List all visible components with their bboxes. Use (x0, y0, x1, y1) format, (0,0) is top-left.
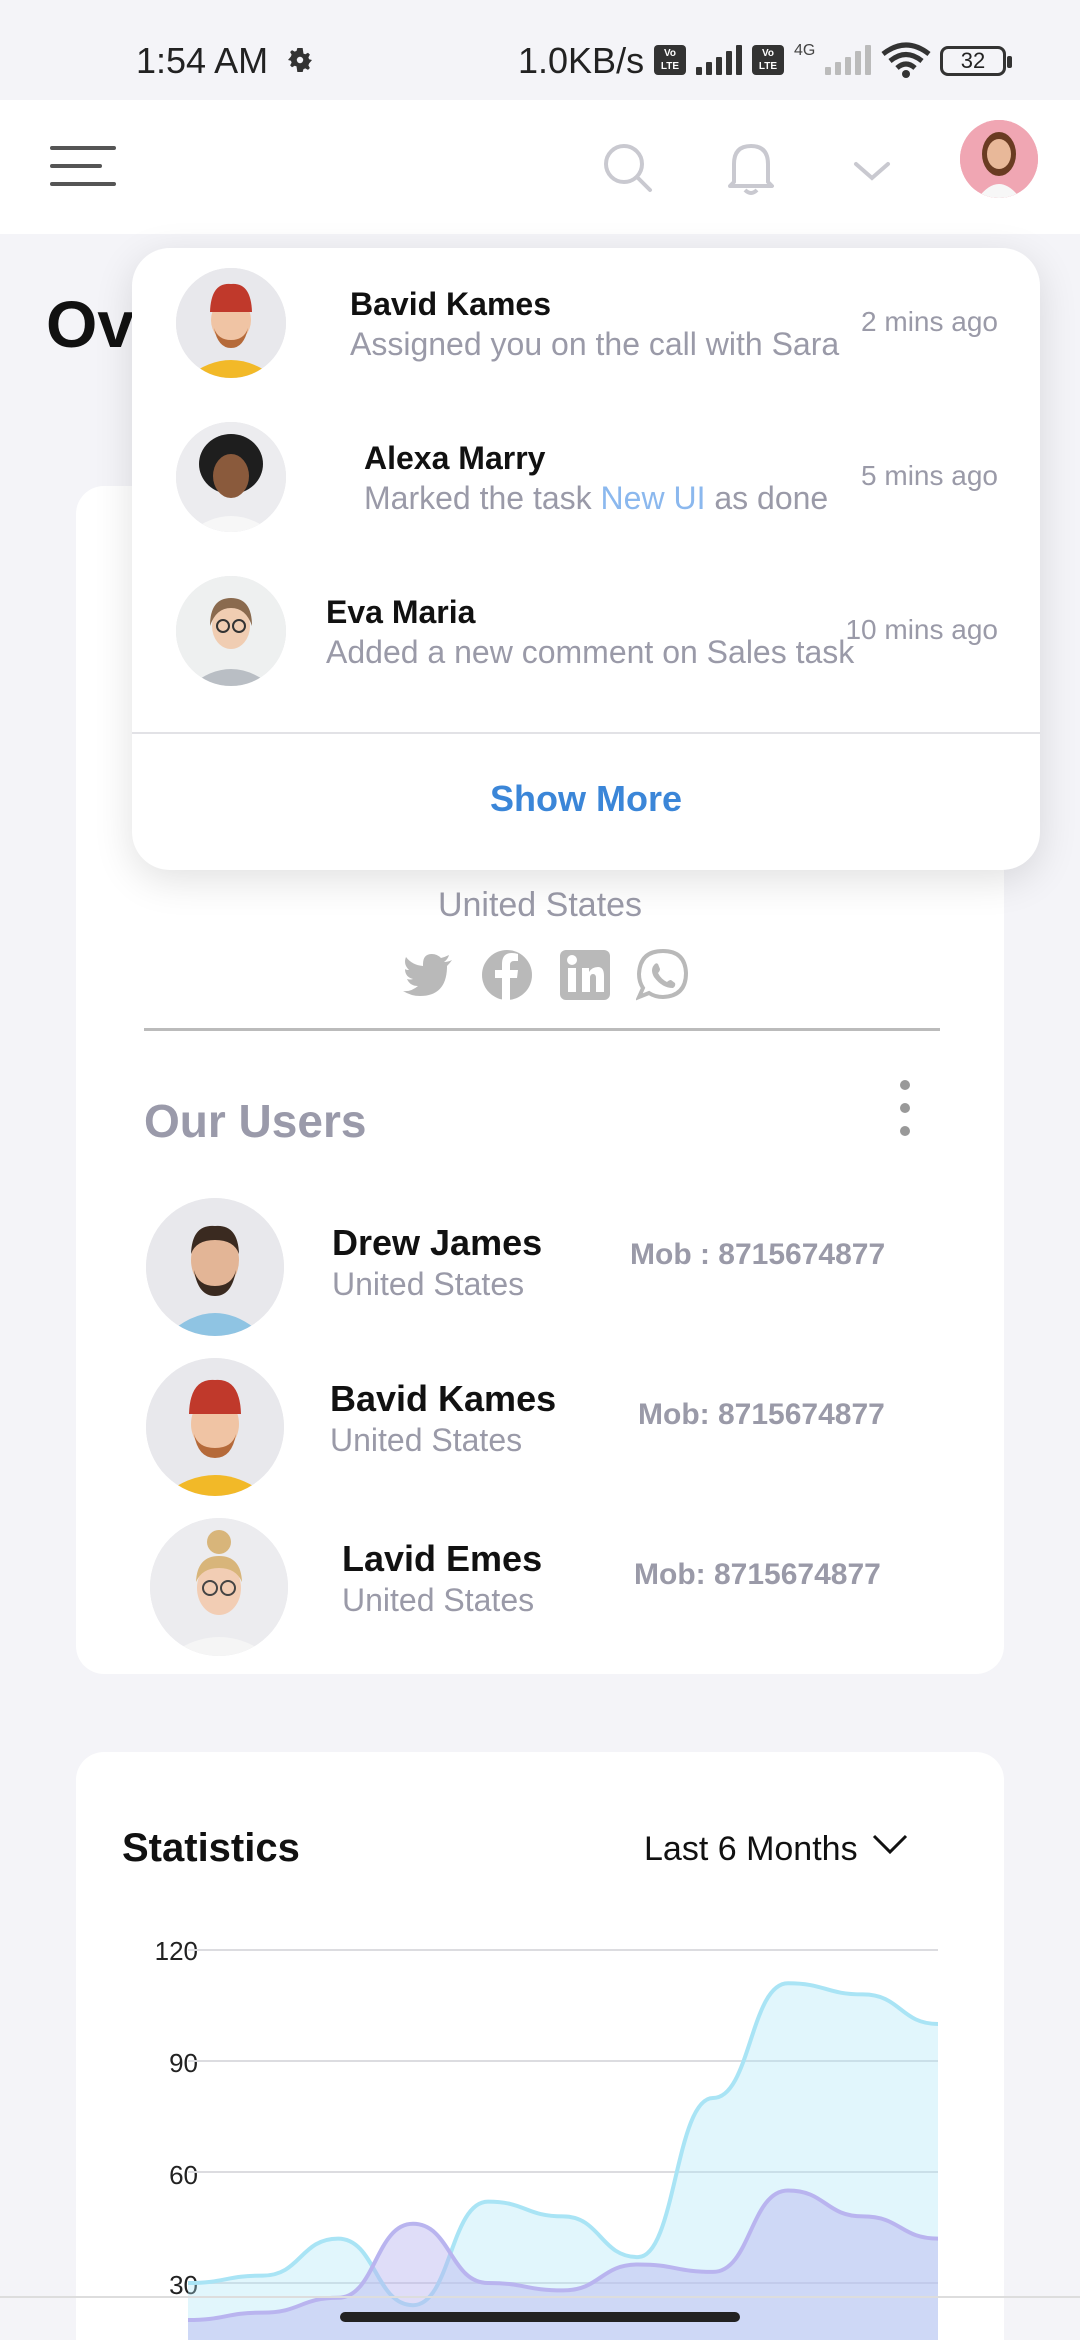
user-name: Bavid Kames (330, 1378, 557, 1419)
more-options-icon[interactable] (900, 1080, 914, 1140)
user-row[interactable]: Lavid Emes United States Mob: 8715674877 (146, 1518, 946, 1658)
profile-avatar[interactable] (960, 120, 1038, 198)
show-more-button[interactable]: Show More (132, 778, 1040, 820)
home-indicator[interactable] (340, 2312, 740, 2322)
statistics-title: Statistics (122, 1826, 300, 1870)
notification-message: Assigned you on the call with Sara (350, 326, 840, 362)
volte-icon: Vo LTE (752, 45, 784, 75)
battery-icon: 32 (940, 46, 1012, 76)
user-row[interactable]: Drew James United States Mob : 871567487… (146, 1198, 946, 1338)
user-mobile: Mob: 8715674877 (634, 1558, 881, 1591)
twitter-icon[interactable] (402, 948, 456, 1002)
signal-icon (825, 45, 872, 75)
user-country: United States (342, 1582, 535, 1618)
user-row[interactable]: Bavid Kames United States Mob: 871567487… (146, 1358, 946, 1498)
notification-time: 10 mins ago (845, 614, 998, 645)
user-avatar (146, 1198, 284, 1336)
y-tick-label: 90 (169, 2048, 198, 2078)
notification-item[interactable]: Bavid Kames Assigned you on the call wit… (132, 264, 1040, 414)
notification-sender: Alexa Marry (364, 440, 546, 476)
user-avatar (146, 1358, 284, 1496)
notification-avatar (176, 422, 286, 532)
statistics-chart (188, 1949, 939, 2340)
status-time: 1:54 AM (136, 40, 269, 81)
notification-message: Marked the task New UI as done (364, 480, 828, 517)
app-header (0, 100, 1080, 234)
chevron-down-icon[interactable] (870, 1830, 910, 1858)
notification-sender: Bavid Kames (350, 286, 551, 322)
notification-sender: Eva Maria (326, 594, 476, 630)
social-links (402, 948, 690, 1002)
notification-item[interactable]: Eva Maria Added a new comment on Sales t… (132, 572, 1040, 722)
notification-time: 2 mins ago (861, 306, 998, 337)
notifications-popup: Bavid Kames Assigned you on the call wit… (132, 248, 1040, 870)
network-speed: 1.0KB/s (518, 40, 645, 81)
range-dropdown[interactable]: Last 6 Months (644, 1830, 858, 1869)
popup-divider (132, 732, 1040, 734)
user-country: United States (330, 1422, 523, 1458)
user-name: Drew James (332, 1222, 543, 1263)
y-tick-label: 120 (154, 1936, 198, 1966)
facebook-icon[interactable] (480, 948, 534, 1002)
chevron-down-icon[interactable] (852, 158, 892, 184)
volte-icon: Vo LTE (654, 45, 686, 75)
nav-bar-divider (0, 2296, 1080, 2298)
card-divider (144, 1028, 940, 1031)
user-mobile: Mob: 8715674877 (638, 1398, 885, 1431)
message-text: as done (705, 480, 829, 516)
task-link[interactable]: New UI (601, 480, 706, 516)
notification-time: 5 mins ago (861, 460, 998, 491)
message-text: Marked the task (364, 480, 601, 516)
status-bar: 1:54 AM 1.0KB/s Vo LTE Vo LTE 4G 32 (0, 0, 1080, 100)
notification-avatar (176, 576, 286, 686)
user-avatar (150, 1518, 288, 1656)
notification-item[interactable]: Alexa Marry Marked the task New UI as do… (132, 418, 1040, 568)
profile-country: United States (437, 886, 643, 924)
signal-icon (696, 45, 742, 75)
bell-icon[interactable] (724, 138, 778, 198)
user-country: United States (332, 1266, 525, 1302)
network-type-label: 4G (794, 42, 816, 59)
user-mobile: Mob : 8715674877 (630, 1238, 886, 1271)
menu-icon[interactable] (50, 146, 116, 190)
gear-icon (288, 48, 312, 72)
user-name: Lavid Emes (342, 1538, 543, 1579)
whatsapp-icon[interactable] (636, 948, 690, 1002)
notification-message: Added a new comment on Sales task (326, 634, 855, 670)
statistics-card: Statistics Last 6 Months 120 90 60 30 (76, 1752, 1004, 2340)
y-tick-label: 60 (169, 2160, 198, 2190)
users-section-title: Our Users (144, 1095, 367, 1147)
search-icon[interactable] (600, 140, 656, 196)
linkedin-icon[interactable] (558, 948, 612, 1002)
page-title: Ov (46, 287, 135, 361)
wifi-icon (881, 42, 931, 78)
notification-avatar (176, 268, 286, 378)
